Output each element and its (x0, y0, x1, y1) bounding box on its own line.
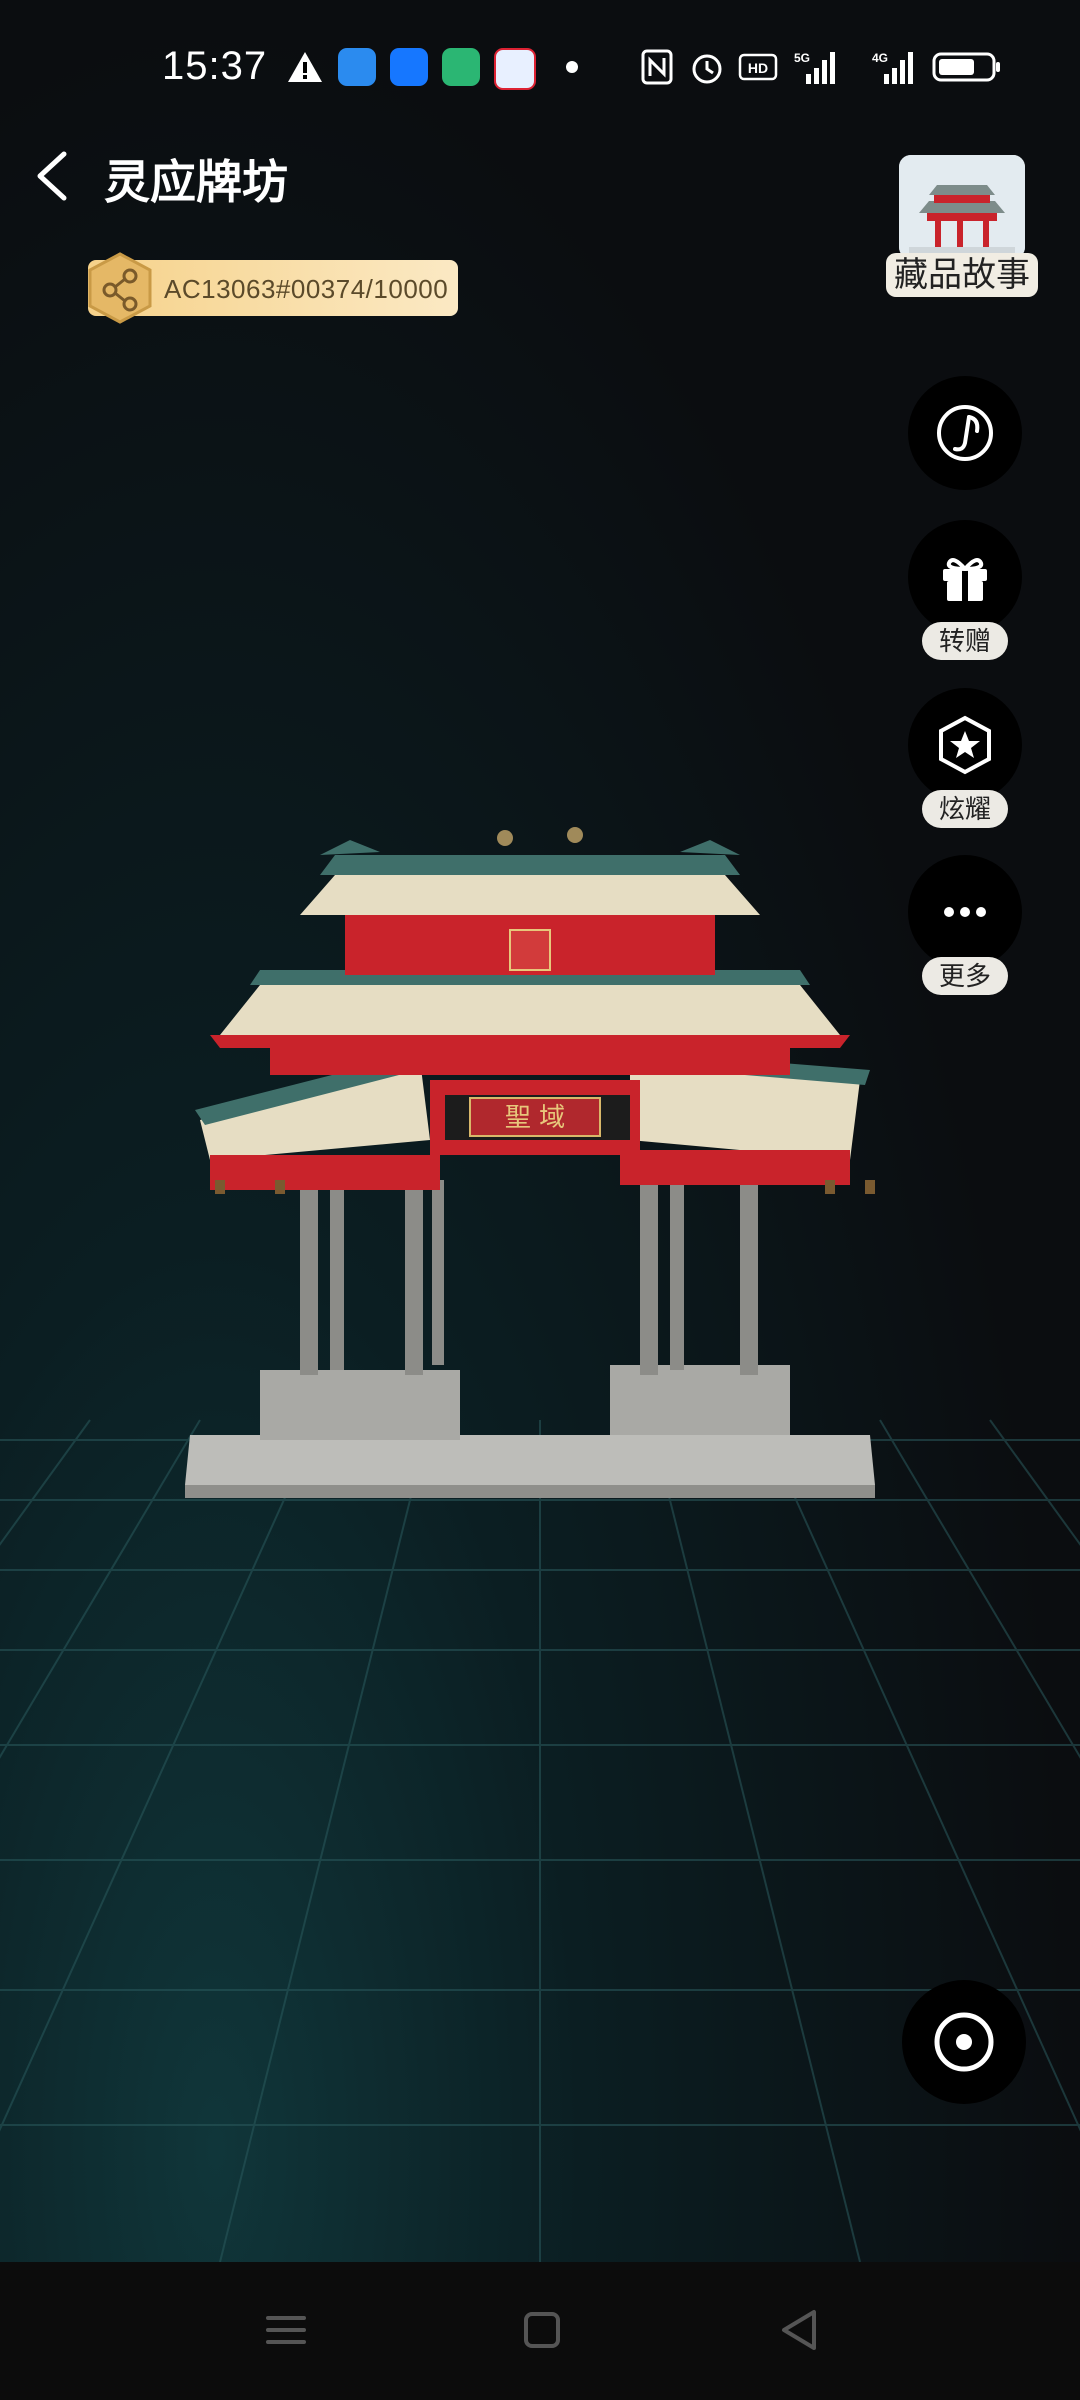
serial-number-badge: AC13063#00374/10000 (88, 252, 458, 324)
more-icon (944, 907, 986, 917)
dot-icon (566, 61, 578, 73)
music-button[interactable] (908, 376, 1022, 490)
baidu-icon (494, 48, 536, 90)
app-blue-icon (338, 48, 376, 86)
more-label[interactable]: 更多 (922, 957, 1008, 995)
showcase-label[interactable]: 炫耀 (922, 790, 1008, 828)
music-icon (937, 405, 993, 461)
svg-text:5G: 5G (794, 51, 810, 65)
svg-text:HD: HD (748, 60, 768, 76)
nfc-icon (641, 49, 673, 85)
more-button[interactable] (908, 855, 1022, 969)
recenter-button[interactable] (902, 1980, 1026, 2104)
signal-4g-icon: 4G (872, 51, 913, 84)
collection-story-button[interactable]: 藏品故事 (886, 253, 1038, 297)
plaque-text: 聖 域 (505, 1103, 565, 1133)
alipay-icon (390, 48, 428, 86)
collection-story-thumbnail[interactable] (899, 155, 1025, 259)
signal-5g-icon: 5G (794, 51, 835, 84)
home-icon[interactable] (512, 2300, 572, 2360)
status-bar: 15:37 HD 5G 4G (0, 0, 1080, 140)
pavilion-gate-model[interactable]: 聖 域 (180, 780, 880, 1500)
hd-icon: HD (738, 53, 778, 81)
badge-star-icon (939, 715, 991, 775)
serial-number-text: AC13063#00374/10000 (164, 274, 449, 304)
gift-label[interactable]: 转赠 (922, 622, 1008, 660)
pavilion-thumbnail-image (899, 155, 1025, 259)
showcase-button[interactable] (908, 688, 1022, 802)
alarm-icon (692, 54, 722, 84)
page-title: 灵应牌坊 (104, 156, 288, 208)
battery-icon (932, 52, 1000, 82)
warning-icon (288, 52, 322, 82)
nav-back-icon[interactable] (770, 2300, 830, 2360)
3d-viewer-stage[interactable]: 聖 域 (0, 0, 1080, 2262)
target-icon (934, 2012, 994, 2072)
menu-icon[interactable] (256, 2300, 316, 2360)
blockchain-icon (88, 252, 152, 324)
gift-button[interactable] (908, 520, 1022, 634)
app-green-icon (442, 48, 480, 86)
gift-icon (943, 558, 987, 601)
system-navigation-bar (0, 2262, 1080, 2400)
svg-text:4G: 4G (872, 51, 888, 65)
status-time: 15:37 (162, 44, 268, 88)
back-button[interactable] (30, 146, 74, 206)
